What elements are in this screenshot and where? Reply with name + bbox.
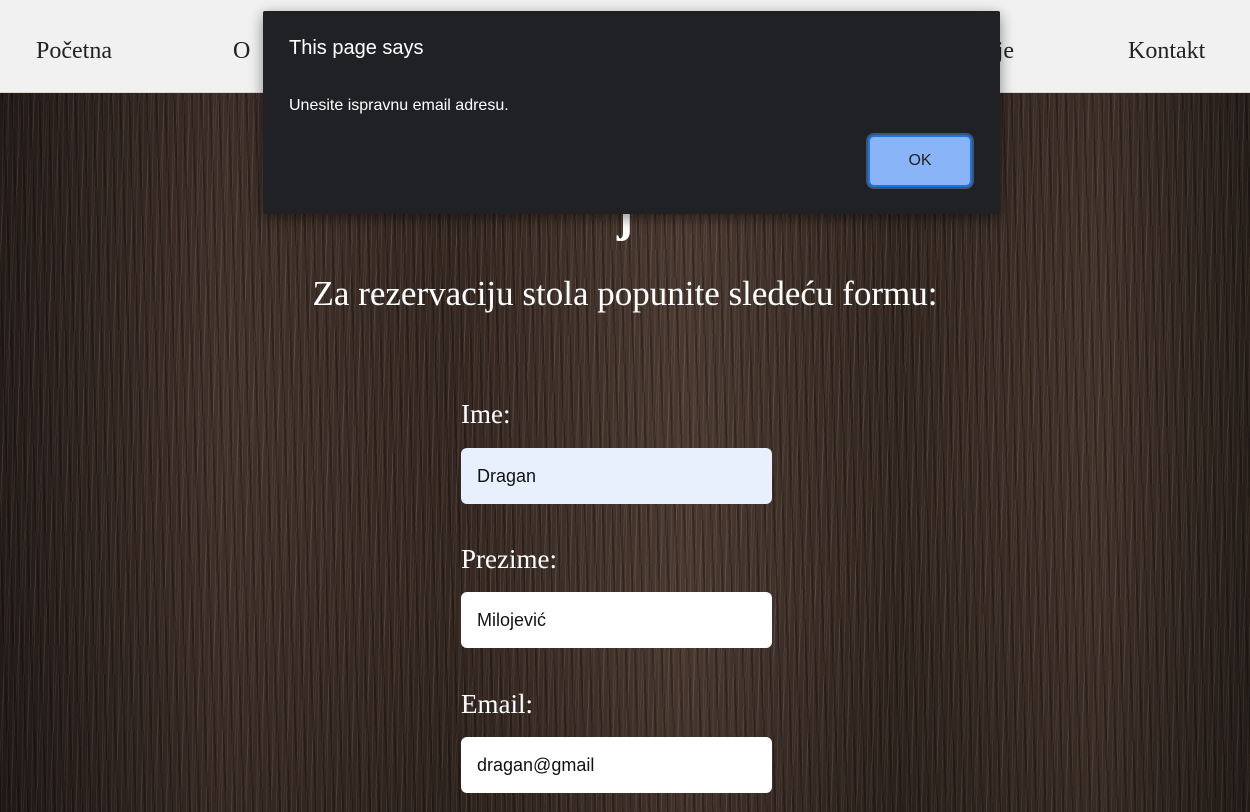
ok-button[interactable]: OK	[868, 135, 972, 187]
page-subtitle: Za rezervaciju stola popunite sledeću fo…	[312, 274, 938, 313]
nav-item-o-nama[interactable]: O	[233, 36, 250, 66]
alert-dialog: This page says Unesite ispravnu email ad…	[263, 11, 1000, 214]
nav-item-kontakt[interactable]: Kontakt	[1128, 36, 1205, 66]
first-name-label: Ime:	[461, 399, 511, 429]
alert-message: Unesite ispravnu email adresu.	[289, 97, 509, 114]
alert-title: This page says	[289, 37, 424, 59]
last-name-input[interactable]	[461, 592, 772, 648]
last-name-label: Prezime:	[461, 544, 557, 574]
nav-item-pocetna[interactable]: Početna	[36, 36, 112, 66]
first-name-input[interactable]	[461, 448, 772, 504]
email-label: Email:	[461, 689, 533, 719]
email-input[interactable]	[461, 737, 772, 793]
